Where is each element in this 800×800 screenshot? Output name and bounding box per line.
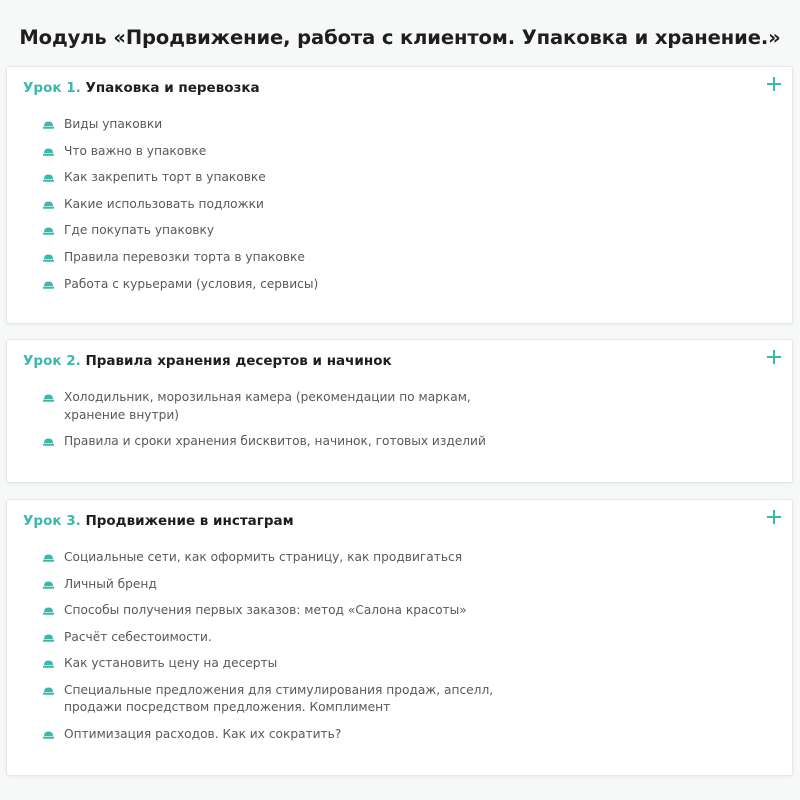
topic-label: Работа с курьерами (условия, сервисы): [64, 276, 319, 291]
topic-label: Как установить цену на десерты: [64, 656, 278, 671]
lesson-header[interactable]: Урок 2. Правила хранения десертов и начи…: [23, 353, 392, 369]
list-item: Правила и сроки хранения бисквитов, начи…: [43, 433, 523, 451]
topic-label: Расчёт себестоимости.: [64, 629, 212, 644]
list-item: Какие использовать подложки: [43, 196, 523, 214]
chef-hat-icon: [43, 121, 54, 129]
topic-list: Виды упаковки Что важно в упаковке Как з…: [43, 116, 523, 302]
chef-hat-icon: [43, 148, 54, 156]
chef-hat-icon: [43, 438, 54, 446]
plus-icon[interactable]: [766, 509, 782, 525]
chef-hat-icon: [43, 607, 54, 615]
lesson-header[interactable]: Урок 3. Продвижение в инстаграм: [23, 513, 294, 529]
chef-hat-icon: [43, 731, 54, 739]
chef-hat-icon: [43, 660, 54, 669]
topic-label: Виды упаковки: [64, 117, 163, 131]
chef-hat-icon: [43, 634, 54, 642]
list-item: Холодильник, морозильная камера (рекомен…: [43, 389, 523, 424]
chef-hat-icon: [43, 227, 54, 236]
plus-icon[interactable]: [766, 349, 782, 365]
topic-label: Личный бренд: [64, 576, 157, 591]
chef-hat-icon: [43, 254, 54, 262]
lesson-number: Урок 3.: [23, 513, 81, 529]
list-item: Специальные предложения для стимулирован…: [43, 682, 523, 717]
chef-hat-icon: [43, 394, 54, 402]
topic-label: Холодильник, морозильная камера (рекомен…: [64, 390, 471, 422]
chef-hat-icon: [43, 281, 54, 289]
plus-icon[interactable]: [766, 76, 782, 92]
chef-hat-icon: [43, 581, 54, 589]
chef-hat-icon: [43, 687, 54, 695]
list-item: Виды упаковки: [43, 116, 523, 134]
topic-label: Социальные сети, как оформить страницу, …: [64, 550, 463, 564]
lesson-card-1: Урок 1. Упаковка и перевозка Виды упаков…: [6, 66, 793, 324]
topic-list: Холодильник, морозильная камера (рекомен…: [43, 389, 523, 460]
list-item: Личный бренд: [43, 576, 523, 594]
chef-hat-icon: [43, 201, 54, 209]
lesson-number: Урок 1.: [23, 80, 81, 96]
list-item: Как установить цену на десерты: [43, 655, 523, 673]
list-item: Правила перевозки торта в упаковке: [43, 249, 523, 267]
lesson-title: Правила хранения десертов и начинок: [85, 353, 392, 369]
lesson-card-2: Урок 2. Правила хранения десертов и начи…: [6, 339, 793, 483]
topic-label: Оптимизация расходов. Как их сократить?: [64, 727, 342, 742]
topic-label: Где покупать упаковку: [64, 223, 215, 238]
lesson-header[interactable]: Урок 1. Упаковка и перевозка: [23, 80, 260, 96]
list-item: Как закрепить торт в упаковке: [43, 169, 523, 187]
lesson-title: Продвижение в инстаграм: [85, 513, 294, 529]
lesson-number: Урок 2.: [23, 353, 81, 369]
topic-label: Правила и сроки хранения бисквитов, начи…: [64, 434, 486, 449]
course-module-page: Модуль «Продвижение, работа с клиентом. …: [0, 0, 800, 800]
lesson-card-3: Урок 3. Продвижение в инстаграм Социальн…: [6, 499, 793, 776]
topic-label: Как закрепить торт в упаковке: [64, 170, 266, 185]
list-item: Социальные сети, как оформить страницу, …: [43, 549, 523, 567]
chef-hat-icon: [43, 554, 54, 562]
topic-label: Что важно в упаковке: [64, 143, 207, 158]
list-item: Расчёт себестоимости.: [43, 629, 523, 647]
list-item: Что важно в упаковке: [43, 143, 523, 161]
module-title: Модуль «Продвижение, работа с клиентом. …: [19, 26, 781, 49]
topic-label: Специальные предложения для стимулирован…: [64, 682, 494, 715]
list-item: Способы получения первых заказов: метод …: [43, 602, 523, 620]
list-item: Где покупать упаковку: [43, 222, 523, 240]
topic-label: Какие использовать подложки: [64, 196, 264, 211]
topic-list: Социальные сети, как оформить страницу, …: [43, 549, 523, 753]
topic-label: Правила перевозки торта в упаковке: [64, 249, 305, 264]
chef-hat-icon: [43, 174, 54, 182]
topic-label: Способы получения первых заказов: метод …: [64, 603, 467, 618]
lesson-title: Упаковка и перевозка: [85, 80, 260, 96]
list-item: Работа с курьерами (условия, сервисы): [43, 276, 523, 294]
list-item: Оптимизация расходов. Как их сократить?: [43, 726, 523, 744]
